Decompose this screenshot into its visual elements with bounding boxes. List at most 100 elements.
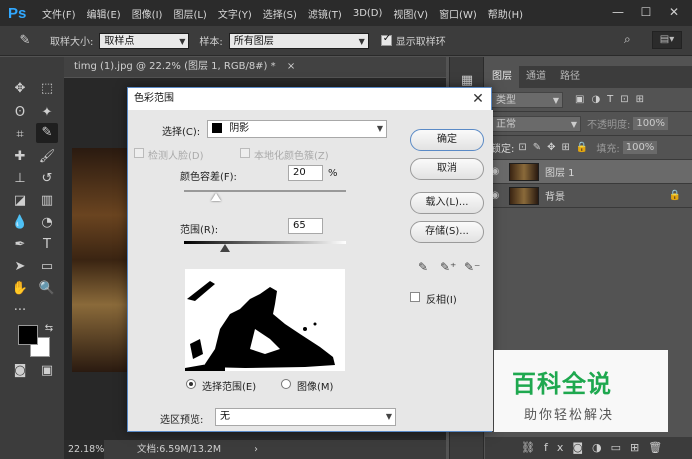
menu-layer[interactable]: 图层(L) — [173, 6, 206, 21]
lasso-tool-icon[interactable]: ʘ — [9, 103, 31, 123]
save-button[interactable]: 存储(S)... — [410, 221, 484, 243]
dodge-tool-icon[interactable]: ◔ — [36, 213, 58, 233]
eyedropper-plus-icon[interactable]: ✎⁺ — [440, 260, 456, 274]
blend-mode-select[interactable]: 正常 ▼ — [491, 115, 581, 132]
cancel-button[interactable]: 取消 — [410, 158, 484, 180]
close-tab-icon[interactable]: × — [287, 61, 295, 72]
show-sampling-ring-checkbox[interactable] — [380, 33, 392, 46]
clone-stamp-tool-icon[interactable]: ⊥ — [9, 169, 31, 189]
eyedropper-tool-icon[interactable]: ✎ — [36, 123, 58, 143]
photoshop-logo: Ps — [8, 4, 27, 22]
menu-view[interactable]: 视图(V) — [393, 6, 428, 21]
filter-icons[interactable]: ▣◑T⊡⊞ — [575, 94, 651, 105]
eyedropper-tool-preset-icon[interactable]: ✎ — [14, 31, 36, 51]
color-range-dialog: 色彩范围 ✕ 选择(C): 阴影 ▼ 检测人脸(D) 本地化颜色簇(Z) 颜色容… — [127, 87, 493, 432]
more-tools-icon[interactable]: ··· — [9, 301, 31, 321]
layer-row[interactable]: ◉ 背景 🔒 — [485, 184, 692, 208]
tab-paths[interactable]: 路径 — [553, 66, 587, 88]
status-bar: 22.18% 文档:6.59M/13.2M › — [64, 440, 446, 459]
tab-channels[interactable]: 通道 — [519, 66, 553, 88]
path-selection-tool-icon[interactable]: ➤ — [9, 257, 31, 277]
fill-value[interactable]: 100% — [622, 141, 658, 154]
menu-file[interactable]: 文件(F) — [42, 6, 76, 21]
menu-3d[interactable]: 3D(D) — [353, 8, 383, 19]
image-radio-label: 图像(M) — [297, 382, 334, 393]
show-sampling-ring-label: 显示取样环 — [395, 37, 446, 48]
lock-label: 锁定: — [491, 144, 515, 155]
kind-filter-value: 类型 — [496, 94, 516, 106]
maximize-button[interactable]: ☐ — [632, 2, 660, 22]
eraser-tool-icon[interactable]: ◪ — [9, 191, 31, 211]
screen-mode-icon[interactable]: ▣ — [36, 361, 58, 381]
workspace-switcher-icon[interactable]: ▤▾ — [652, 31, 682, 49]
marquee-tool-icon[interactable]: ⬚ — [36, 79, 58, 99]
ok-button[interactable]: 确定 — [410, 129, 484, 151]
invert-checkbox[interactable] — [410, 292, 420, 302]
blur-tool-icon[interactable]: 💧 — [9, 213, 31, 233]
layer-thumbnail — [509, 162, 539, 181]
kind-filter-select[interactable]: 类型 ▼ — [491, 91, 563, 108]
fuzziness-slider-thumb[interactable] — [211, 193, 221, 201]
range-slider-thumb[interactable] — [220, 244, 230, 252]
chevron-right-icon[interactable]: › — [254, 444, 258, 455]
select-combo[interactable]: 阴影 ▼ — [207, 120, 387, 138]
detect-faces-checkbox[interactable] — [134, 148, 144, 158]
eyedropper-icon[interactable]: ✎ — [418, 260, 428, 274]
chevron-down-icon: ▼ — [376, 124, 383, 133]
zoom-tool-icon[interactable]: 🔍 — [36, 279, 58, 299]
load-button[interactable]: 载入(L)... — [410, 192, 484, 214]
fuzziness-slider-track[interactable] — [184, 190, 346, 192]
magic-wand-tool-icon[interactable]: ✦ — [36, 103, 58, 123]
range-label: 范围(R): — [180, 225, 219, 236]
layer-filter-row: 类型 ▼ ▣◑T⊡⊞ — [485, 88, 692, 112]
swap-colors-icon[interactable]: ⇆ — [38, 319, 60, 339]
layers-panel-footer-icons[interactable]: ⛓fx◙◑▭⊞🗑 — [485, 437, 692, 459]
history-brush-tool-icon[interactable]: ↺ — [36, 169, 58, 189]
selection-radio[interactable] — [186, 379, 196, 389]
quick-mask-icon[interactable]: ◙ — [9, 361, 31, 381]
tab-layers[interactable]: 图层 — [485, 66, 519, 88]
brush-tool-icon[interactable]: 🖌 — [36, 147, 58, 167]
close-icon[interactable]: ✕ — [471, 88, 485, 110]
menu-type[interactable]: 文字(Y) — [218, 6, 252, 21]
chevron-down-icon: ▼ — [179, 36, 186, 46]
range-slider-track[interactable] — [184, 241, 346, 244]
healing-brush-tool-icon[interactable]: ✚ — [9, 147, 31, 167]
blend-mode-value: 正常 — [496, 118, 516, 130]
zoom-level[interactable]: 22.18% — [64, 440, 104, 459]
pen-tool-icon[interactable]: ✒ — [9, 235, 31, 255]
sample-size-select[interactable]: 取样点 ▼ — [99, 32, 190, 49]
lock-icons[interactable]: ⊡✎✥⊞🔒 — [518, 142, 594, 153]
type-tool-icon[interactable]: T — [36, 235, 58, 255]
watermark-subtitle: 助你轻松解决 — [524, 408, 615, 423]
menu-filter[interactable]: 滤镜(T) — [308, 6, 342, 21]
fuzziness-input[interactable]: 20 — [288, 165, 323, 181]
minimize-button[interactable]: — — [604, 2, 632, 22]
dialog-body: 选择(C): 阴影 ▼ 检测人脸(D) 本地化颜色簇(Z) 颜色容差(F): 2… — [128, 110, 493, 431]
menu-window[interactable]: 窗口(W) — [439, 6, 477, 21]
localized-clusters-label: 本地化颜色簇(Z) — [254, 151, 329, 162]
foreground-color-swatch[interactable] — [18, 325, 38, 345]
localized-clusters-checkbox[interactable] — [240, 148, 250, 158]
menu-help[interactable]: 帮助(H) — [488, 6, 523, 21]
menu-image[interactable]: 图像(I) — [132, 6, 163, 21]
close-window-button[interactable]: ✕ — [660, 2, 688, 22]
sample-select[interactable]: 所有图层 ▼ — [228, 32, 369, 49]
menu-edit[interactable]: 编辑(E) — [87, 6, 121, 21]
rectangle-tool-icon[interactable]: ▭ — [36, 257, 58, 277]
fuzziness-label: 颜色容差(F): — [180, 172, 237, 183]
document-tab[interactable]: timg (1).jpg @ 22.2% (图层 1, RGB/8#) * × — [64, 57, 446, 77]
range-input[interactable]: 65 — [288, 218, 323, 234]
opacity-value[interactable]: 100% — [633, 117, 668, 130]
layer-name: 背景 — [545, 192, 565, 203]
search-icon[interactable]: ⌕ — [624, 32, 631, 47]
move-tool-icon[interactable]: ✥ — [9, 79, 31, 99]
hand-tool-icon[interactable]: ✋ — [9, 279, 31, 299]
gradient-tool-icon[interactable]: ▥ — [36, 191, 58, 211]
crop-tool-icon[interactable]: ⌗ — [9, 125, 31, 145]
eyedropper-minus-icon[interactable]: ✎⁻ — [464, 260, 480, 274]
menu-select[interactable]: 选择(S) — [263, 6, 297, 21]
layer-row[interactable]: ◉ 图层 1 — [485, 160, 692, 184]
selection-preview-combo[interactable]: 无 ▼ — [215, 408, 396, 426]
image-radio[interactable] — [281, 379, 291, 389]
